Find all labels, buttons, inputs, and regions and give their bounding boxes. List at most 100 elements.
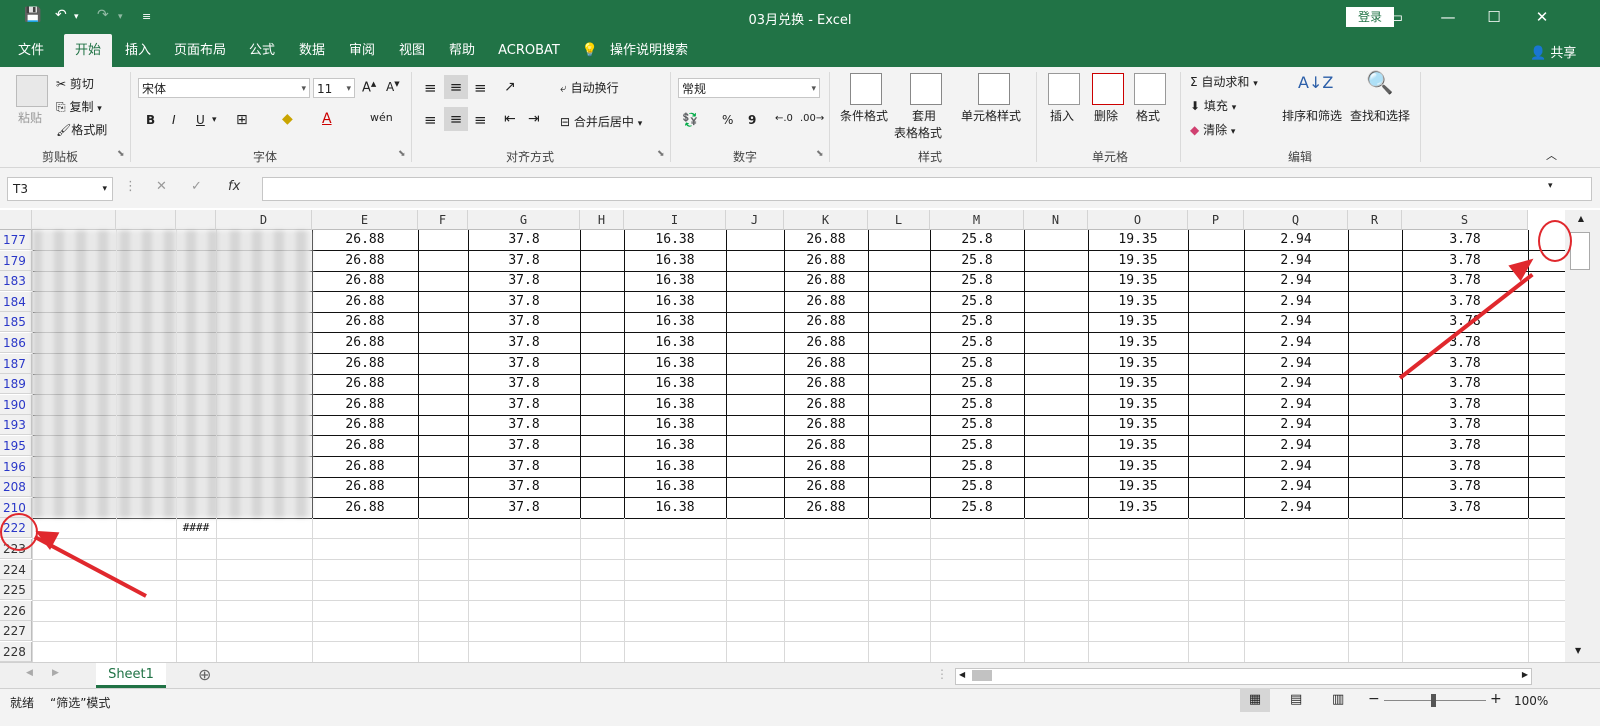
select-all-corner[interactable] bbox=[0, 210, 32, 230]
cell-g179[interactable]: 37.8 bbox=[468, 251, 580, 271]
cell-e193[interactable]: 26.88 bbox=[312, 415, 418, 435]
number-format-select[interactable]: 常规 ▾ bbox=[678, 78, 820, 98]
tab-insert[interactable]: 插入 bbox=[118, 34, 158, 67]
cell-o186[interactable]: 19.35 bbox=[1088, 333, 1188, 353]
cell-k183[interactable]: 26.88 bbox=[784, 271, 868, 291]
tab-review[interactable]: 审阅 bbox=[342, 34, 382, 67]
cell-e186[interactable]: 26.88 bbox=[312, 333, 418, 353]
cell-s210[interactable]: 3.78 bbox=[1402, 498, 1528, 518]
font-color-icon[interactable]: A bbox=[322, 111, 332, 127]
row-header-225[interactable]: 225 bbox=[0, 580, 32, 600]
cell-g195[interactable]: 37.8 bbox=[468, 436, 580, 456]
cell-s190[interactable]: 3.78 bbox=[1402, 395, 1528, 415]
cell-m210[interactable]: 25.8 bbox=[930, 498, 1024, 518]
font-size-select[interactable]: 11 ▾ bbox=[313, 78, 355, 98]
wrap-text-button[interactable]: ⤶ 自动换行 bbox=[560, 79, 619, 96]
tab-view[interactable]: 视图 bbox=[392, 34, 432, 67]
cell-e183[interactable]: 26.88 bbox=[312, 271, 418, 291]
cell-q177[interactable]: 2.94 bbox=[1244, 230, 1348, 250]
align-bottom-icon[interactable]: ≡ bbox=[474, 79, 487, 97]
cell-g196[interactable]: 37.8 bbox=[468, 457, 580, 477]
row-header-193[interactable]: 193 bbox=[0, 415, 32, 435]
dialog-launcher-icon[interactable]: ⬊ bbox=[398, 149, 406, 159]
cell-e190[interactable]: 26.88 bbox=[312, 395, 418, 415]
increase-font-icon[interactable]: A▲ bbox=[362, 80, 376, 95]
zoom-out-icon[interactable]: − bbox=[1368, 691, 1380, 707]
merge-center-button[interactable]: ⊟ 合并后居中 ▾ bbox=[560, 113, 642, 130]
dialog-launcher-icon[interactable]: ⬊ bbox=[816, 149, 824, 159]
cell-g184[interactable]: 37.8 bbox=[468, 292, 580, 312]
cell-k186[interactable]: 26.88 bbox=[784, 333, 868, 353]
cell-g183[interactable]: 37.8 bbox=[468, 271, 580, 291]
column-header-k[interactable]: K bbox=[784, 210, 868, 230]
row-header-224[interactable]: 224 bbox=[0, 560, 32, 580]
cell-c222[interactable]: #### bbox=[176, 518, 216, 538]
percent-button[interactable]: % bbox=[722, 113, 733, 127]
cell-q190[interactable]: 2.94 bbox=[1244, 395, 1348, 415]
next-sheet-icon[interactable]: ▶ bbox=[52, 668, 59, 678]
page-break-view-icon[interactable]: ▥ bbox=[1332, 692, 1344, 707]
cell-i185[interactable]: 16.38 bbox=[624, 312, 726, 332]
row-header-228[interactable]: 228 bbox=[0, 642, 32, 662]
decrease-decimal-icon[interactable]: .00→ bbox=[800, 113, 824, 124]
vertical-scrollbar[interactable]: ▲ ▼ bbox=[1565, 210, 1600, 662]
column-header-g[interactable]: G bbox=[468, 210, 580, 230]
cell-q193[interactable]: 2.94 bbox=[1244, 415, 1348, 435]
clear-button[interactable]: ◆ 清除 ▾ bbox=[1190, 121, 1235, 138]
tab-help[interactable]: 帮助 bbox=[442, 34, 482, 67]
formula-input[interactable] bbox=[262, 177, 1592, 201]
chevron-down-icon[interactable]: ▾ bbox=[97, 104, 102, 114]
decrease-font-icon[interactable]: A▼ bbox=[386, 80, 400, 94]
add-sheet-icon[interactable]: ⊕ bbox=[198, 665, 211, 684]
ribbon-display-options-icon[interactable]: ▭ bbox=[1384, 6, 1408, 28]
cell-m208[interactable]: 25.8 bbox=[930, 477, 1024, 497]
close-icon[interactable]: ✕ bbox=[1530, 6, 1554, 28]
horizontal-scrollbar[interactable]: ◀ ▶ bbox=[955, 668, 1532, 685]
cell-i195[interactable]: 16.38 bbox=[624, 436, 726, 456]
column-header-e[interactable]: E bbox=[312, 210, 418, 230]
cell-o189[interactable]: 19.35 bbox=[1088, 374, 1188, 394]
cell-e187[interactable]: 26.88 bbox=[312, 354, 418, 374]
cell-m177[interactable]: 25.8 bbox=[930, 230, 1024, 250]
cell-e208[interactable]: 26.88 bbox=[312, 477, 418, 497]
cell-m186[interactable]: 25.8 bbox=[930, 333, 1024, 353]
dialog-launcher-icon[interactable]: ⬊ bbox=[117, 149, 125, 159]
row-header-179[interactable]: 179 bbox=[0, 251, 32, 271]
cell-e195[interactable]: 26.88 bbox=[312, 436, 418, 456]
column-header-j[interactable]: J bbox=[726, 210, 784, 230]
cell-o179[interactable]: 19.35 bbox=[1088, 251, 1188, 271]
scroll-right-icon[interactable]: ▶ bbox=[1522, 670, 1528, 679]
cell-e196[interactable]: 26.88 bbox=[312, 457, 418, 477]
cell-q189[interactable]: 2.94 bbox=[1244, 374, 1348, 394]
conditional-formatting-button[interactable]: 条件格式 bbox=[840, 107, 888, 124]
align-center-icon[interactable]: ≡ bbox=[444, 107, 468, 131]
dialog-launcher-icon[interactable]: ⬊ bbox=[657, 149, 665, 159]
cell-g185[interactable]: 37.8 bbox=[468, 312, 580, 332]
tab-formulas[interactable]: 公式 bbox=[242, 34, 282, 67]
align-right-icon[interactable]: ≡ bbox=[474, 111, 487, 129]
cell-e177[interactable]: 26.88 bbox=[312, 230, 418, 250]
cell-m185[interactable]: 25.8 bbox=[930, 312, 1024, 332]
sheet-tab-sheet1[interactable]: Sheet1 bbox=[96, 663, 166, 688]
insert-cells-button[interactable]: 插入 bbox=[1050, 107, 1074, 124]
cell-styles-button[interactable]: 单元格样式 bbox=[961, 107, 1021, 124]
cell-o208[interactable]: 19.35 bbox=[1088, 477, 1188, 497]
currency-icon[interactable]: 💱 bbox=[682, 113, 698, 128]
phonetic-icon[interactable]: wén bbox=[370, 111, 393, 124]
cell-i179[interactable]: 16.38 bbox=[624, 251, 726, 271]
column-header-l[interactable]: L bbox=[868, 210, 930, 230]
row-header-189[interactable]: 189 bbox=[0, 374, 32, 394]
cell-q187[interactable]: 2.94 bbox=[1244, 354, 1348, 374]
column-header-q[interactable]: Q bbox=[1244, 210, 1348, 230]
paste-icon[interactable] bbox=[16, 75, 48, 107]
increase-decimal-icon[interactable]: ←.0 bbox=[775, 113, 793, 124]
scroll-left-icon[interactable]: ◀ bbox=[959, 670, 965, 679]
cell-k208[interactable]: 26.88 bbox=[784, 477, 868, 497]
prev-sheet-icon[interactable]: ◀ bbox=[26, 668, 33, 678]
cell-s208[interactable]: 3.78 bbox=[1402, 477, 1528, 497]
cell-q183[interactable]: 2.94 bbox=[1244, 271, 1348, 291]
cell-o190[interactable]: 19.35 bbox=[1088, 395, 1188, 415]
cell-m196[interactable]: 25.8 bbox=[930, 457, 1024, 477]
cell-q186[interactable]: 2.94 bbox=[1244, 333, 1348, 353]
cell-g189[interactable]: 37.8 bbox=[468, 374, 580, 394]
